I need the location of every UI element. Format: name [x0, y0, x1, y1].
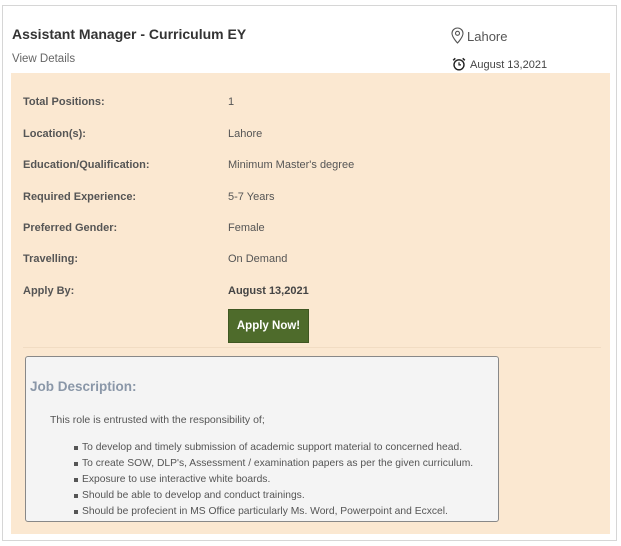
job-card: Assistant Manager - Curriculum EY View D… — [2, 5, 617, 541]
map-pin-icon — [451, 26, 464, 44]
list-item: Should be profecient in MS Office partic… — [74, 504, 473, 520]
list-item: To develop and timely submission of acad… — [74, 440, 473, 456]
detail-value: August 13,2021 — [228, 285, 309, 297]
divider — [23, 347, 601, 348]
detail-label: Required Experience: — [23, 191, 137, 203]
alarm-clock-icon — [452, 57, 466, 71]
detail-value: On Demand — [228, 253, 288, 265]
detail-value: 1 — [228, 96, 235, 108]
job-description-intro: This role is entrusted with the responsi… — [50, 414, 265, 426]
job-location: Lahore — [451, 26, 507, 44]
detail-value: Lahore — [228, 128, 263, 140]
detail-value: 5-7 Years — [228, 191, 275, 203]
job-description-box: Job Description: This role is entrusted … — [25, 356, 499, 522]
view-details-link[interactable]: View Details — [12, 53, 75, 65]
list-item: Should be able to develop and conduct tr… — [74, 488, 473, 504]
detail-value: Female — [228, 222, 265, 234]
detail-label: Education/Qualification: — [23, 159, 150, 171]
job-location-text: Lahore — [467, 29, 508, 44]
job-title[interactable]: Assistant Manager - Curriculum EY — [12, 26, 246, 42]
job-description-title: Job Description: — [30, 379, 137, 394]
job-details-panel: Total Positions: 1 Location(s): Lahore E… — [11, 73, 610, 534]
detail-label: Apply By: — [23, 285, 75, 297]
list-item: To create SOW, DLP's, Assessment / exami… — [74, 456, 473, 472]
job-date-text: August 13,2021 — [470, 59, 548, 71]
detail-label: Location(s): — [23, 128, 86, 140]
detail-label: Total Positions: — [23, 96, 105, 108]
job-date: August 13,2021 — [452, 57, 547, 71]
apply-now-button[interactable]: Apply Now! — [228, 309, 309, 343]
detail-label: Preferred Gender: — [23, 222, 118, 234]
detail-value: Minimum Master's degree — [228, 159, 355, 171]
detail-label: Travelling: — [23, 253, 79, 265]
job-description-list: To develop and timely submission of acad… — [74, 440, 473, 520]
list-item: Exposure to use interactive white boards… — [74, 472, 473, 488]
